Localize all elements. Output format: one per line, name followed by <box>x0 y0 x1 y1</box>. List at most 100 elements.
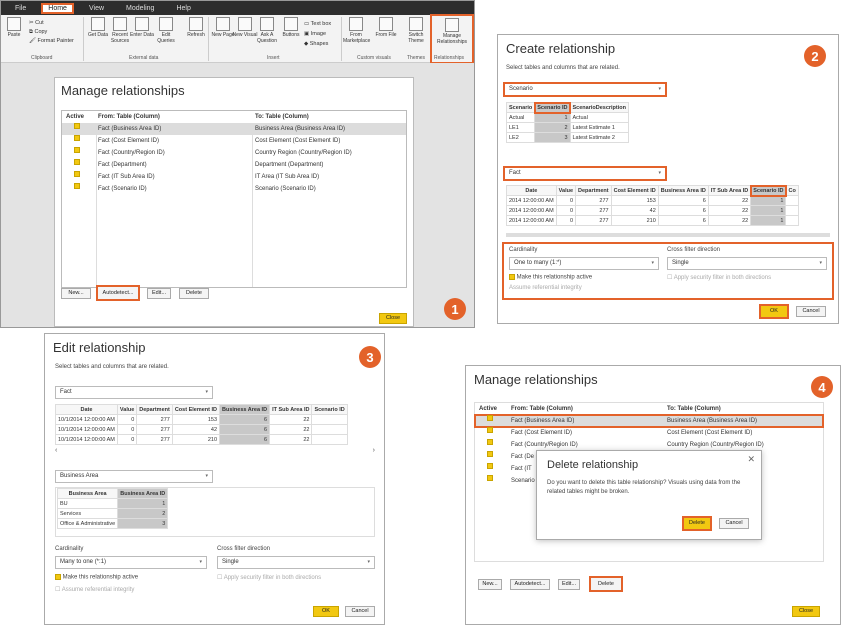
table-row[interactable]: Fact (Cost Element ID) Cost Element (Cost… <box>62 135 406 147</box>
panel-delete-relationship: Manage relationships 4 Active From: Tabl… <box>465 365 841 625</box>
relationships-icon <box>445 18 459 32</box>
menu-help[interactable]: Help <box>170 4 196 13</box>
enter-data-button[interactable]: Enter Data <box>129 17 155 38</box>
paste-button[interactable]: Paste <box>5 17 23 38</box>
switch-theme-button[interactable]: Switch Theme <box>403 17 429 44</box>
table1-select[interactable]: Scenario ▾ <box>503 82 667 97</box>
scenario-id-column[interactable]: Scenario ID <box>533 101 572 114</box>
checkbox-checked-icon[interactable] <box>74 159 80 165</box>
checkbox-checked-icon <box>509 274 515 280</box>
checkbox-checked-icon[interactable] <box>487 475 493 481</box>
panel-manage-relationships-ribbon: File Home View Modeling Help Paste ✂ Cut… <box>0 0 475 328</box>
table1-select[interactable]: Fact ▾ <box>55 386 213 399</box>
new-button[interactable]: New... <box>478 579 502 590</box>
referential-integrity-checkbox[interactable]: ☐ Assume referential integrity <box>55 586 134 593</box>
security-filter-checkbox[interactable]: ☐ Apply security filter in both directio… <box>667 274 771 281</box>
table-row[interactable]: Fact (Business Area ID) Business Area (Bu… <box>62 123 406 135</box>
cross-filter-select[interactable]: Single ▾ <box>217 556 375 569</box>
shapes-button[interactable]: ◆ Shapes <box>304 39 331 49</box>
make-active-checkbox[interactable]: Make this relationship active <box>509 274 592 281</box>
menu-home[interactable]: Home <box>41 2 74 14</box>
checkbox-checked-icon[interactable] <box>74 147 80 153</box>
ok-button[interactable]: OK <box>759 304 789 319</box>
checkbox-checked-icon[interactable] <box>74 183 80 189</box>
step-number-badge: 4 <box>811 376 833 398</box>
buttons-button[interactable]: Buttons <box>278 17 304 38</box>
delete-button[interactable]: Delete <box>179 288 209 299</box>
refresh-button[interactable]: Refresh <box>183 17 209 38</box>
ribbon-divider <box>341 17 342 61</box>
table-row[interactable]: Fact (IT Sub Area ID) IT Area (IT Sub Are… <box>62 171 406 183</box>
table-icon <box>135 17 149 31</box>
delete-dialog-title: Delete relationship <box>547 459 639 471</box>
horizontal-scrollbar[interactable] <box>506 233 830 237</box>
edit-queries-button[interactable]: Edit Queries <box>153 17 179 44</box>
cancel-button[interactable]: Cancel <box>796 306 826 317</box>
from-file-button[interactable]: From File <box>373 17 399 38</box>
theme-icon <box>409 17 423 31</box>
table2-select[interactable]: Business Area ▾ <box>55 470 213 483</box>
autodetect-button[interactable]: Autodetect... <box>510 579 550 590</box>
delete-dialog-message: Do you want to delete this table relatio… <box>547 480 741 495</box>
chevron-left-icon[interactable]: ‹ <box>55 447 57 454</box>
ribbon-divider <box>83 17 84 61</box>
store-icon <box>349 17 363 31</box>
from-marketplace-button[interactable]: From Marketplace <box>343 17 370 44</box>
chevron-right-icon[interactable]: › <box>373 447 375 455</box>
confirm-delete-button[interactable]: Delete <box>682 516 712 531</box>
table-row[interactable]: Fact (Department) Department (Department) <box>62 159 406 171</box>
chevron-down-icon: ▾ <box>651 260 654 266</box>
delete-button[interactable]: Delete <box>589 576 623 592</box>
close-icon[interactable]: ✕ <box>747 454 755 465</box>
cross-filter-label: Cross filter direction <box>667 247 721 253</box>
ask-question-button[interactable]: Ask A Question <box>254 17 280 44</box>
checkbox-checked-icon[interactable] <box>487 415 493 421</box>
checkbox-checked-icon[interactable] <box>487 451 493 457</box>
autodetect-button[interactable]: Autodetect... <box>96 285 140 301</box>
table-row[interactable]: Fact (Scenario ID) Scenario (Scenario ID) <box>62 183 406 195</box>
checkbox-checked-icon[interactable] <box>487 427 493 433</box>
cardinality-select[interactable]: One to many (1:*) ▾ <box>509 257 659 270</box>
security-filter-checkbox[interactable]: ☐ Apply security filter in both directio… <box>217 574 321 581</box>
image-button[interactable]: ▣ Image <box>304 29 331 39</box>
checkbox-checked-icon[interactable] <box>74 171 80 177</box>
table2-select[interactable]: Fact ▾ <box>503 166 667 181</box>
table-row[interactable]: Fact (Country/Region ID) Country Region (… <box>62 147 406 159</box>
cardinality-select[interactable]: Many to one (*:1) ▾ <box>55 556 207 569</box>
business-area-id-column[interactable]: Business Area ID <box>219 404 271 415</box>
checkbox-checked-icon[interactable] <box>487 463 493 469</box>
table2-preview: Date Value Department Cost Element ID Busine… <box>506 184 799 226</box>
ok-button[interactable]: OK <box>313 606 339 617</box>
dialog-subtitle: Select tables and columns that are relat… <box>506 65 620 71</box>
format-painter-button[interactable]: 🖌 Format Painter <box>29 37 74 46</box>
table-row[interactable]: Fact (Cost Element ID) Cost Element (Cost… <box>475 427 823 439</box>
file-icon <box>113 17 127 31</box>
scenario-id-column[interactable]: Scenario ID <box>749 184 787 197</box>
edit-button[interactable]: Edit... <box>147 288 171 299</box>
cancel-delete-button[interactable]: Cancel <box>719 518 749 529</box>
make-active-checkbox[interactable]: Make this relationship active <box>55 574 138 581</box>
text-box-button[interactable]: ▭ Text box <box>304 19 331 29</box>
cancel-button[interactable]: Cancel <box>345 606 375 617</box>
edit-button[interactable]: Edit... <box>558 579 580 590</box>
dialog-title: Manage relationships <box>61 83 185 98</box>
step-number-badge: 3 <box>359 346 381 368</box>
copy-button[interactable]: ⧉ Copy <box>29 28 74 37</box>
menu-view[interactable]: View <box>83 4 110 13</box>
close-button[interactable]: Close <box>379 313 407 324</box>
menu-modeling[interactable]: Modeling <box>120 4 160 13</box>
checkbox-checked-icon[interactable] <box>74 123 80 129</box>
cross-filter-select[interactable]: Single ▾ <box>667 257 827 270</box>
referential-integrity-checkbox[interactable]: Assume referential integrity <box>509 285 582 291</box>
close-button[interactable]: Close <box>792 606 820 617</box>
chevron-down-icon: ▾ <box>367 559 370 565</box>
cut-button[interactable]: ✂ Cut <box>29 19 74 28</box>
table-row-selected[interactable]: Fact (Business Area ID) Business Area (Bu… <box>474 414 824 428</box>
checkbox-checked-icon[interactable] <box>487 439 493 445</box>
new-button[interactable]: New... <box>61 288 91 299</box>
group-clipboard: Clipboard <box>31 55 53 61</box>
checkbox-checked-icon[interactable] <box>74 135 80 141</box>
menu-file[interactable]: File <box>9 4 32 13</box>
business-area-id-column[interactable]: Business Area ID <box>117 488 169 499</box>
horizontal-scrollbar[interactable]: ‹ › <box>55 447 375 455</box>
